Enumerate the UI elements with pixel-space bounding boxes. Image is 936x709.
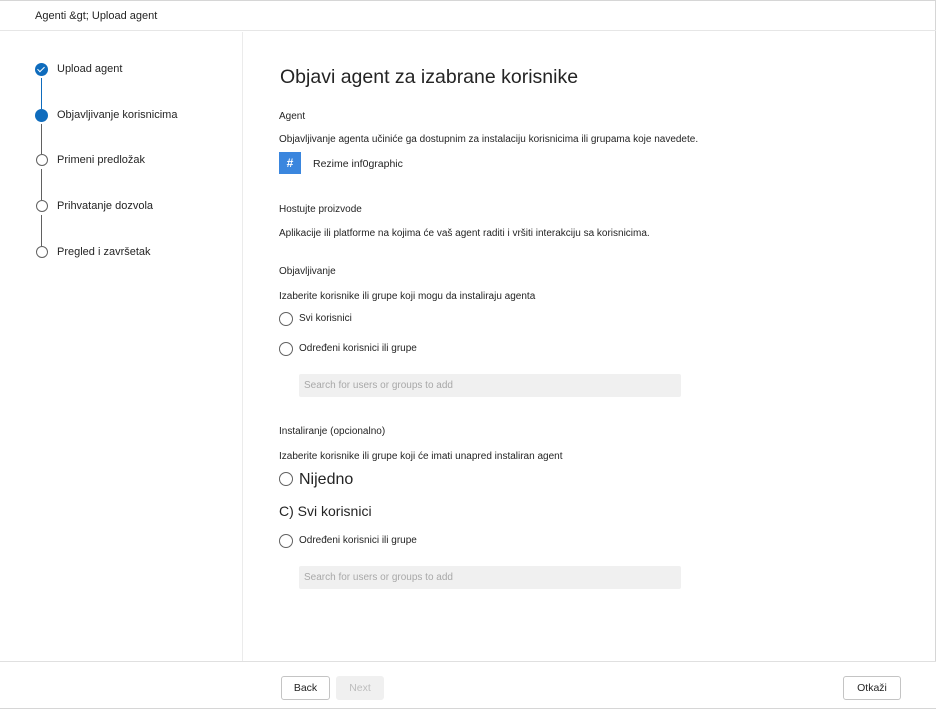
install-section-heading: Instaliranje (opcionalno) bbox=[279, 426, 386, 437]
step-pending-circle-icon bbox=[35, 154, 48, 166]
step-pending-circle-icon bbox=[35, 200, 48, 212]
radio-label: Nijedno bbox=[299, 471, 354, 488]
hash-icon: # bbox=[279, 152, 301, 174]
radio-label: Određeni korisnici ili grupe bbox=[299, 343, 417, 354]
publish-section-description: Izaberite korisnike ili grupe koji mogu … bbox=[279, 291, 536, 302]
cancel-button[interactable]: Otkaži bbox=[843, 676, 901, 700]
radio-label: Određeni korisnici ili grupe bbox=[299, 535, 417, 546]
header-bar: Agenti &gt; Upload agent bbox=[0, 1, 936, 31]
agent-name: Rezime inf0graphic bbox=[313, 158, 403, 170]
footer-bar: Back Next Otkaži bbox=[0, 661, 936, 709]
radio-button[interactable] bbox=[279, 342, 293, 356]
step-label: Pregled i završetak bbox=[57, 246, 151, 258]
step-current-dot-icon bbox=[35, 109, 48, 122]
radio-label: Svi korisnici bbox=[299, 313, 352, 324]
step-connector bbox=[41, 215, 43, 246]
page-title: Objavi agent za izabrane korisnike bbox=[280, 66, 579, 88]
step-pending-circle-icon bbox=[35, 246, 48, 258]
step-label: Objavljivanje korisnicima bbox=[57, 109, 178, 121]
host-products-description: Aplikacije ili platforme na kojima će va… bbox=[279, 228, 650, 239]
publish-section-heading: Objavljivanje bbox=[279, 266, 336, 277]
install-search-input[interactable] bbox=[299, 566, 681, 589]
install-section-description: Izaberite korisnike ili grupe koji će im… bbox=[279, 451, 563, 462]
next-button[interactable]: Next bbox=[336, 676, 384, 700]
radio-button[interactable] bbox=[279, 472, 293, 486]
publish-search-input[interactable] bbox=[299, 374, 681, 397]
step-connector bbox=[41, 78, 43, 109]
wizard-steps-sidebar: Upload agent Objavljivanje korisnicima P… bbox=[0, 32, 243, 662]
step-label: Prihvatanje dozvola bbox=[57, 200, 154, 212]
radio-button[interactable] bbox=[279, 312, 293, 326]
back-button[interactable]: Back bbox=[281, 676, 330, 700]
install-all-users-option[interactable]: C) Svi korisnici bbox=[279, 503, 372, 519]
step-label: Primeni predložak bbox=[57, 154, 146, 166]
radio-button[interactable] bbox=[279, 534, 293, 548]
step-connector bbox=[41, 124, 43, 154]
breadcrumb[interactable]: Agenti &gt; Upload agent bbox=[35, 10, 157, 22]
step-completed-check-icon bbox=[35, 63, 48, 76]
step-connector bbox=[41, 169, 43, 200]
agent-section-heading: Agent bbox=[279, 111, 306, 122]
agent-section-description: Objavljivanje agenta učiniće ga dostupni… bbox=[279, 134, 699, 145]
host-products-heading: Hostujte proizvode bbox=[279, 204, 362, 215]
step-label: Upload agent bbox=[57, 63, 123, 75]
